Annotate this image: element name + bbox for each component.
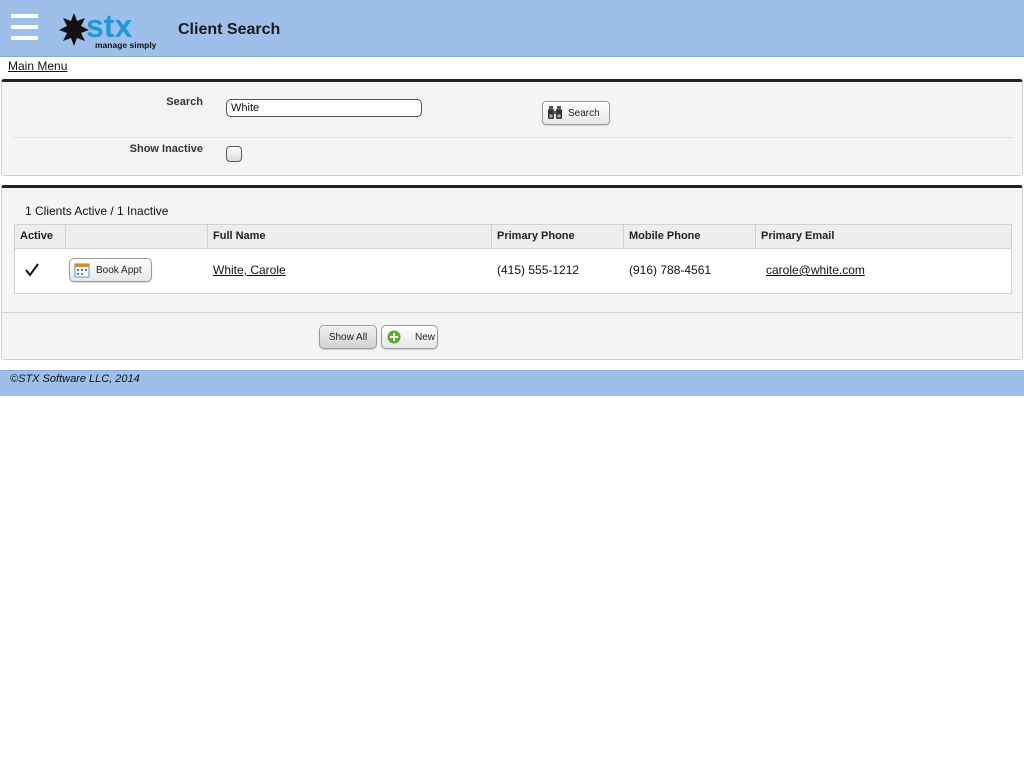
show-inactive-label: Show Inactive (129, 143, 203, 155)
show-all-label: Show All (328, 331, 368, 343)
column-header-primary-phone[interactable]: Primary Phone (492, 225, 624, 249)
new-client-button[interactable]: New (381, 325, 438, 349)
search-button[interactable]: Search (542, 101, 610, 125)
results-panel: 1 Clients Active / 1 Inactive Active Ful… (1, 185, 1023, 360)
app-footer: ©STX Software LLC, 2014 (0, 370, 1024, 396)
book-appt-label: Book Appt (96, 264, 142, 276)
plus-circle-icon (387, 330, 401, 344)
results-divider (2, 312, 1022, 313)
binoculars-icon (548, 106, 562, 119)
checkmark-icon (25, 263, 39, 277)
main-menu-link[interactable]: Main Menu (8, 59, 67, 73)
show-inactive-checkbox[interactable] (226, 146, 242, 162)
logo-tagline: manage simply (95, 40, 157, 50)
search-button-label: Search (568, 107, 600, 119)
column-header-active[interactable]: Active (15, 225, 66, 249)
form-divider (13, 137, 1013, 138)
client-email-link[interactable]: carole@white.com (762, 249, 865, 293)
calendar-icon (74, 263, 90, 278)
mobile-phone-cell: (916) 788-4561 (629, 263, 712, 277)
book-appt-button[interactable]: Book Appt (69, 258, 152, 282)
table-header: Active Full Name Primary Phone Mobile Ph… (15, 225, 1011, 249)
column-header-primary-email[interactable]: Primary Email (756, 225, 1011, 249)
stx-logo: stx manage simply (59, 8, 157, 50)
new-button-label: New (415, 331, 436, 343)
search-panel: Search Search Show Inactive (1, 79, 1023, 176)
clients-table: Active Full Name Primary Phone Mobile Ph… (14, 224, 1012, 294)
page-title: Client Search (178, 21, 281, 38)
column-header-actions (66, 225, 208, 249)
show-all-button[interactable]: Show All (319, 325, 377, 349)
search-label: Search (166, 96, 203, 108)
primary-phone-cell: (415) 555-1212 (497, 263, 580, 277)
app-header: stx manage simply Client Search (0, 0, 1024, 57)
search-input[interactable] (226, 99, 422, 117)
results-summary: 1 Clients Active / 1 Inactive (25, 204, 169, 218)
copyright-text: ©STX Software LLC, 2014 (10, 373, 140, 385)
table-row: Book Appt White, Carole (415) 555-1212 (… (15, 249, 1011, 293)
logo-wordmark: stx (86, 8, 132, 44)
hamburger-menu-icon[interactable] (11, 14, 38, 42)
client-name-link[interactable]: White, Carole (209, 249, 286, 293)
column-header-full-name[interactable]: Full Name (208, 225, 492, 249)
column-header-mobile-phone[interactable]: Mobile Phone (624, 225, 756, 249)
